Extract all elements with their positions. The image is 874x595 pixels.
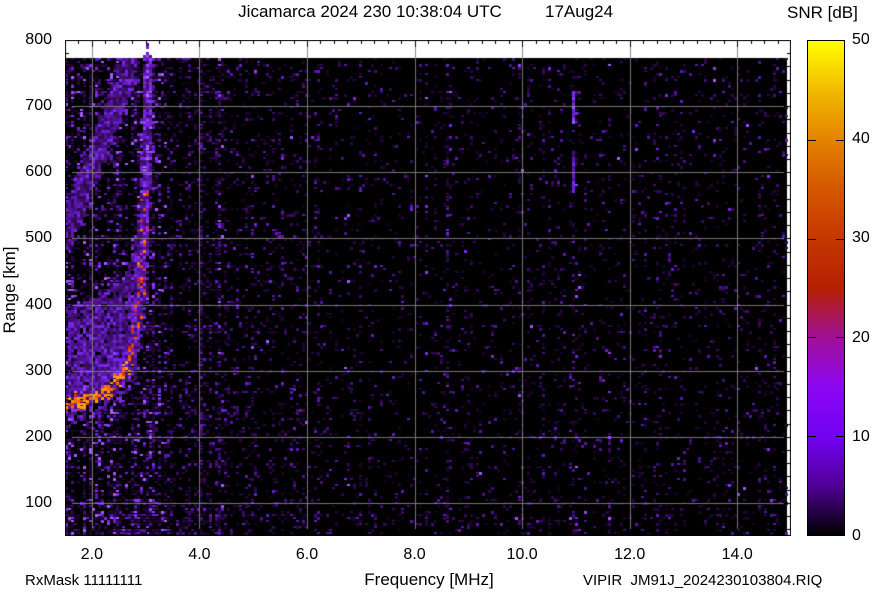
y-tick-label: 700: [25, 97, 52, 115]
ionogram-figure: Jicamarca 2024 230 10:38:04 UTC 17Aug24 …: [0, 0, 874, 595]
x-axis-title: Frequency [MHz]: [364, 570, 494, 589]
x-tick-label: 8.0: [403, 546, 426, 563]
colorbar-tick: [808, 239, 816, 240]
colorbar-tick: [836, 436, 844, 437]
y-tick-label: 200: [25, 427, 52, 445]
y-tick-label: 800: [25, 31, 52, 48]
x-tick-label: 4.0: [188, 546, 211, 563]
colorbar-tick-label: 0: [852, 527, 861, 544]
x-tick-label: 12.0: [614, 546, 646, 563]
colorbar-tick: [808, 337, 816, 338]
y-tick-label: 600: [25, 163, 52, 181]
y-tick-label: 300: [25, 361, 52, 379]
colorbar-tick-label: 10: [852, 427, 870, 445]
colorbar-tick: [836, 239, 844, 240]
colorbar-tick-label: 50: [852, 31, 870, 48]
rxmask-label: RxMask 11111111: [25, 572, 143, 589]
colorbar-tick: [836, 140, 844, 141]
colorbar-title: SNR [dB]: [787, 3, 858, 22]
ionogram-heatmap-canvas: [65, 40, 791, 536]
colorbar-tick-label: 30: [852, 229, 870, 247]
colorbar-tick: [836, 337, 844, 338]
colorbar-tick: [808, 140, 816, 141]
x-tick-label: 14.0: [721, 546, 753, 563]
colorbar-tick: [808, 436, 816, 437]
x-tick-label: 2.0: [80, 546, 103, 563]
x-tick-label: 6.0: [295, 546, 319, 563]
colorbar-tick-label: 40: [852, 130, 870, 148]
plot-date-label: 17Aug24: [545, 2, 614, 21]
y-tick-label: 100: [25, 493, 52, 511]
colorbar-tick-label: 20: [852, 328, 870, 346]
snr-colorbar: [807, 40, 845, 536]
x-tick-label: 10.0: [506, 546, 538, 563]
y-axis-title: Range [km]: [0, 246, 19, 334]
file-name-label: VIPIR JM91J_2024230103804.RIQ: [583, 572, 823, 589]
plot-title: Jicamarca 2024 230 10:38:04 UTC: [238, 2, 502, 21]
